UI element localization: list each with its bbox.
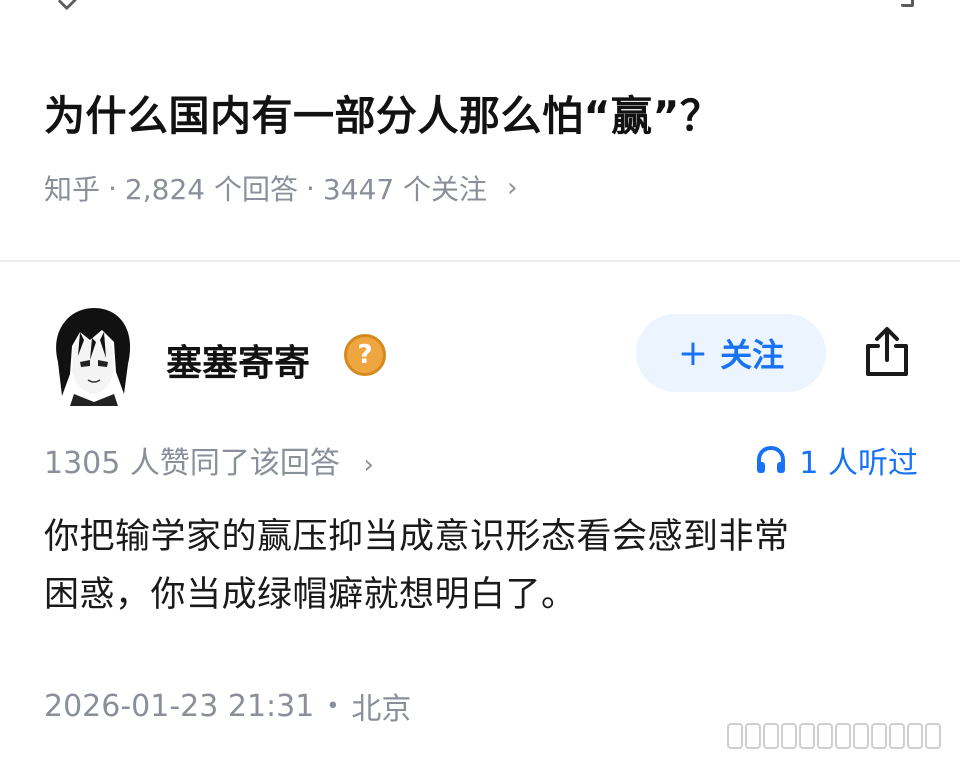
watermark-stripes [726, 718, 952, 754]
meta-separator: · [108, 171, 117, 205]
answer-line: 困惑，你当成绿帽癖就想明白了。 [44, 575, 577, 615]
answer-body[interactable]: 你把输学家的赢压抑当成意识形态看会感到非常 困惑，你当成绿帽癖就想明白了。 [44, 508, 904, 624]
author-name[interactable]: 塞塞寄寄 [166, 334, 310, 386]
follow-button[interactable]: + 关注 [636, 314, 826, 392]
source-label: 知乎 [44, 173, 101, 206]
share-icon[interactable] [862, 324, 912, 380]
question-meta[interactable]: 知乎 · 2,824 个回答 · 3447 个关注 › [44, 168, 517, 208]
follower-count: 3447 个关注 [322, 173, 488, 206]
dot-separator: • [326, 693, 340, 719]
question-badge-icon[interactable]: ? [344, 334, 386, 376]
meta-separator: · [305, 171, 315, 205]
answer-count: 2,824 个回答 [124, 173, 298, 206]
question-title[interactable]: 为什么国内有一部分人那么怕“赢”？ [44, 82, 721, 142]
headphones-icon [757, 445, 786, 473]
plus-icon: + [677, 332, 709, 374]
listen-count[interactable]: 1 人听过 [755, 438, 918, 482]
stats-row: 1305 人赞同了该回答 › 1 人听过 [44, 438, 918, 481]
likes-count: 1305 人赞同了该回答 [44, 446, 340, 481]
more-icon[interactable] [901, 0, 914, 7]
back-icon[interactable] [57, 0, 78, 11]
chevron-right-icon: › [363, 450, 374, 480]
answer-timestamp: 2026-01-23 21:31 • 北京 [44, 684, 411, 728]
listen-count-label: 1 人听过 [799, 446, 918, 481]
follow-label: 关注 [720, 336, 785, 374]
top-bar-fragments [0, 0, 960, 11]
answer-location: 北京 [351, 692, 412, 727]
avatar[interactable] [44, 302, 140, 406]
author-row: 塞塞寄寄 ? + 关注 [44, 300, 924, 410]
section-divider [0, 260, 960, 262]
chevron-right-icon: › [507, 173, 518, 203]
avatar-anime-portrait-icon [44, 302, 140, 406]
answer-line: 你把输学家的赢压抑当成意识形态看会感到非常 [44, 517, 790, 557]
likes-summary[interactable]: 1305 人赞同了该回答 › [44, 438, 374, 482]
answer-date: 2026-01-23 21:31 [44, 688, 315, 724]
